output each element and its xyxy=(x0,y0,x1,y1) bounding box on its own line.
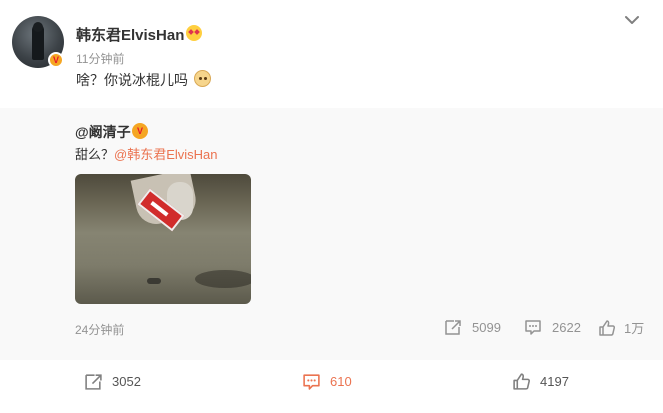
comment-icon xyxy=(525,320,541,335)
thumbs-up-icon xyxy=(599,319,616,336)
repost-time[interactable]: 24分钟前 xyxy=(75,321,124,338)
repost-image[interactable] xyxy=(75,174,251,304)
like-button[interactable]: 4197 xyxy=(512,372,569,391)
thumbs-up-icon xyxy=(513,373,530,390)
repost-icon xyxy=(445,320,461,335)
heart-eyes-emoji-icon xyxy=(186,25,202,41)
repost-count: 3052 xyxy=(112,374,141,389)
comment-button[interactable]: 610 xyxy=(302,372,352,391)
action-bar: 3052 610 4197 xyxy=(0,360,663,413)
repost-text-prefix: 甜么？ xyxy=(75,147,115,162)
repost-author-name[interactable]: @阚清子 xyxy=(75,122,131,142)
repost-verified-badge-icon: V xyxy=(132,123,148,139)
verified-badge-icon: V xyxy=(48,52,64,68)
repost-mention-link[interactable]: @韩东君ElvisHan xyxy=(114,147,218,162)
chevron-down-icon xyxy=(625,16,639,24)
repost-box: @阚清子 V 甜么？@韩东君ElvisHan 24分钟前 5099 2622 1… xyxy=(0,108,663,360)
image-debris xyxy=(147,278,161,284)
repost-icon xyxy=(85,374,102,390)
post-header: V 韩东君ElvisHan 11分钟前 啥？你说冰棍儿吗 xyxy=(0,0,663,108)
comment-count: 610 xyxy=(330,374,352,389)
repost-repost-count: 5099 xyxy=(472,319,501,335)
author-name[interactable]: 韩东君ElvisHan xyxy=(76,24,184,45)
dog-emoji-icon xyxy=(194,70,211,87)
repost-button[interactable]: 3052 xyxy=(84,372,141,391)
more-options-button[interactable] xyxy=(622,10,642,30)
repost-repost-button[interactable]: 5099 xyxy=(444,318,501,336)
post-text: 啥？你说冰棍儿吗 xyxy=(76,72,188,88)
repost-comment-button[interactable]: 2622 xyxy=(524,318,581,336)
like-count: 4197 xyxy=(540,374,569,389)
image-shadow xyxy=(195,270,251,288)
repost-like-button[interactable]: 1万 xyxy=(598,318,644,337)
repost-text: 甜么？@韩东君ElvisHan xyxy=(75,144,218,163)
repost-like-count: 1万 xyxy=(624,321,645,336)
comment-icon xyxy=(303,374,320,390)
avatar-head xyxy=(33,22,43,32)
post-time[interactable]: 11分钟前 xyxy=(76,50,124,67)
repost-comment-count: 2622 xyxy=(552,319,581,335)
